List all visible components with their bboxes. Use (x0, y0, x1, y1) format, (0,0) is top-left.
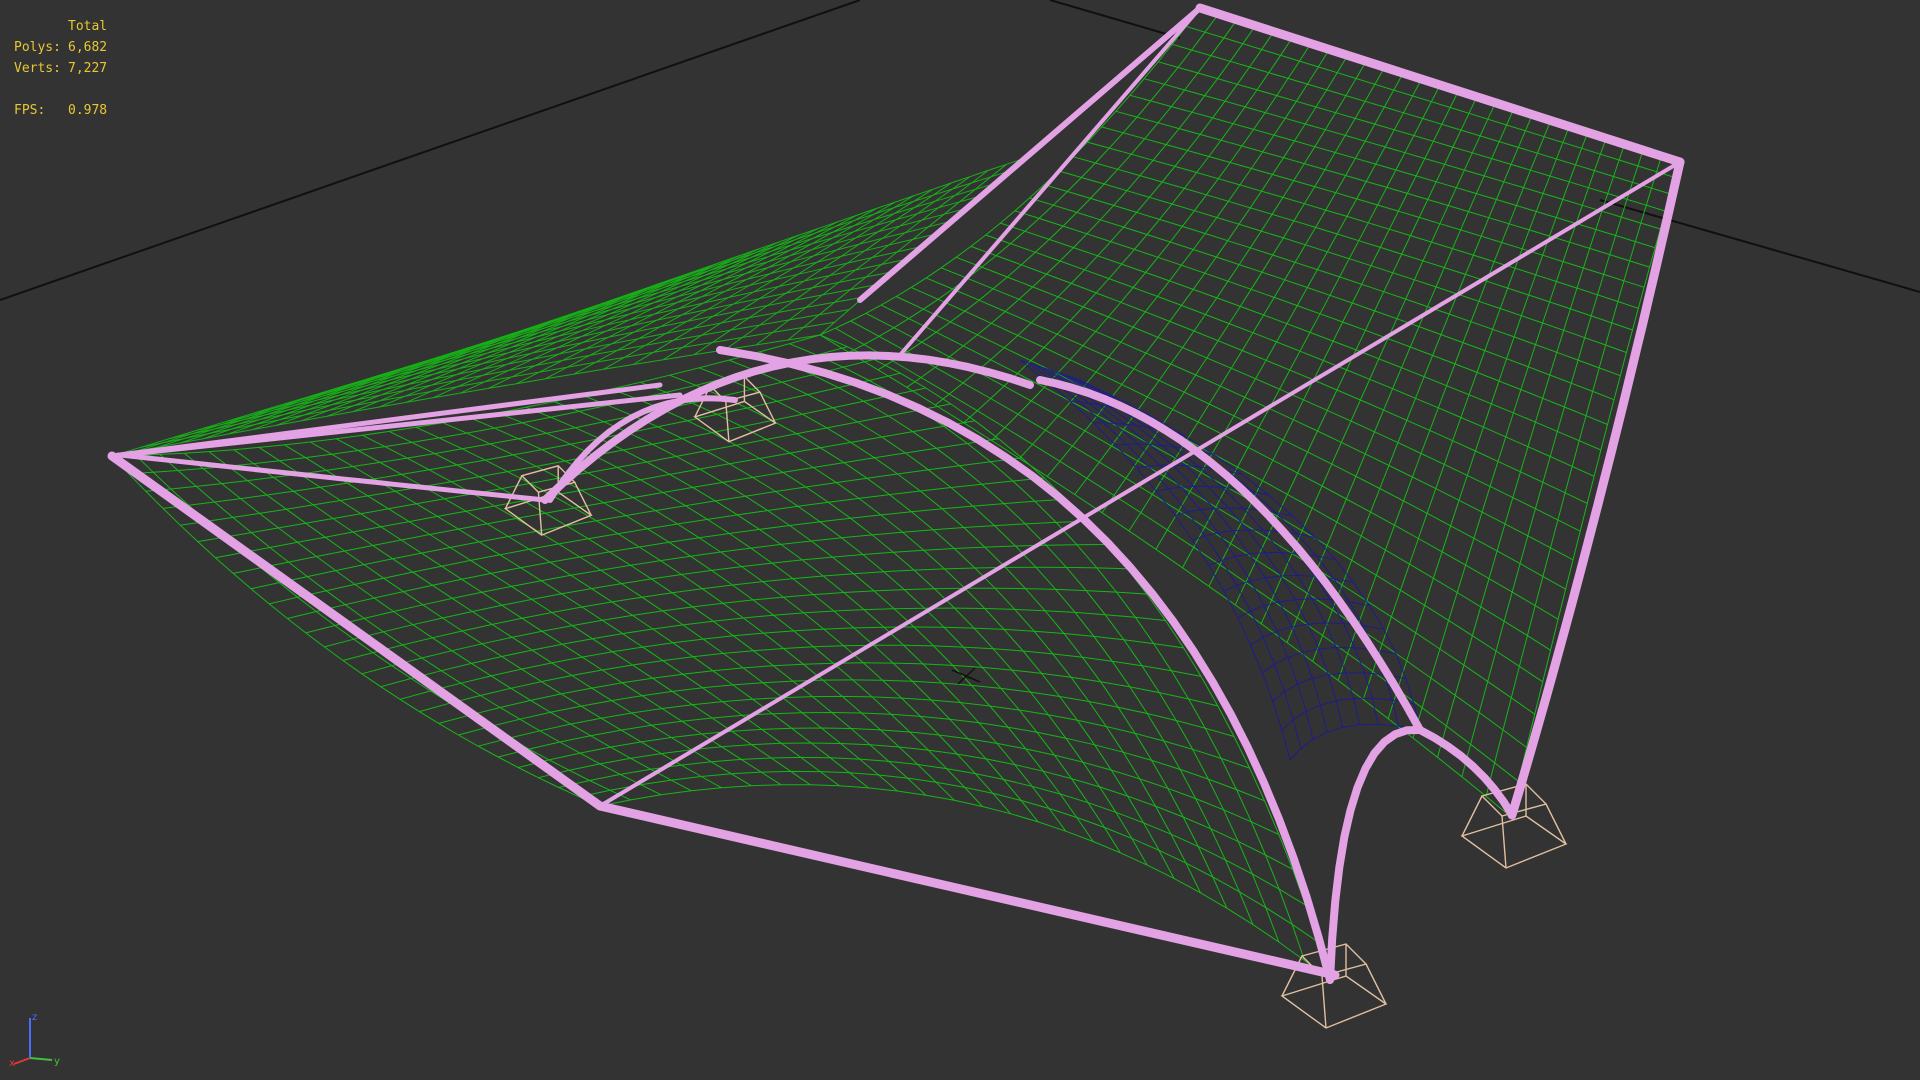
3d-viewport[interactable]: Total Polys: 6,682 Verts: 7,227 FPS: 0.9… (0, 0, 1920, 1080)
polys-value: 6,682 (68, 40, 108, 55)
verts-row: Verts: 7,227 (14, 58, 107, 79)
frame-edge-top-left[interactable] (857, 5, 1203, 303)
stats-header: Total (68, 19, 108, 34)
mesh-back-panel[interactable] (111, 157, 1025, 457)
frame-arch-right-foot[interactable] (1416, 726, 1516, 819)
z-axis-label: z (32, 1012, 37, 1023)
polys-row: Polys: 6,682 (14, 37, 107, 58)
fps-value: 0.978 (68, 103, 108, 118)
membrane-wireframe-mesh[interactable] (111, 7, 1681, 981)
frame-edge-front[interactable] (595, 801, 1340, 980)
frame-cable-ridge[interactable] (898, 6, 1202, 357)
viewport-statistics: Total Polys: 6,682 Verts: 7,227 FPS: 0.9… (14, 16, 107, 121)
frame-arch-foot-link[interactable] (1326, 726, 1424, 984)
x-axis-line (13, 1057, 31, 1065)
viewport-canvas[interactable] (0, 0, 1920, 1080)
y-axis-label: y (54, 1056, 60, 1067)
axis-gizmo: z y x (9, 1012, 60, 1068)
pivot-marker (951, 667, 981, 685)
frame-edge-right[interactable] (1507, 157, 1685, 820)
frame-arch-main[interactable] (716, 346, 1334, 984)
stats-header-row: Total (14, 16, 107, 37)
verts-value: 7,227 (68, 61, 108, 76)
fps-row: FPS: 0.978 (14, 100, 107, 121)
frame-edge-left-front[interactable] (107, 451, 605, 811)
verts-label: Verts: (14, 61, 61, 76)
x-axis-label: x (9, 1058, 15, 1068)
polys-label: Polys: (14, 40, 61, 55)
frame-cable-upper-left[interactable] (109, 382, 663, 459)
fps-label: FPS: (14, 103, 46, 118)
y-axis-line (29, 1057, 53, 1061)
